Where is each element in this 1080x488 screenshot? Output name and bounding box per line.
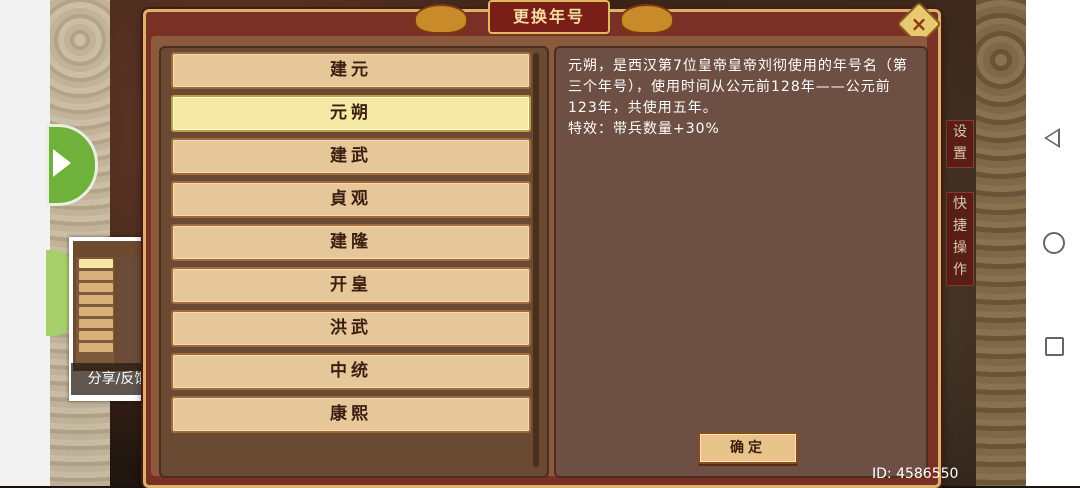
settings-side-tab-label: 设置: [953, 124, 967, 162]
confirm-button[interactable]: 确定: [698, 432, 798, 464]
thumbnail-row: [79, 259, 113, 268]
change-era-dialog: 更换年号 × 建元 元朔 建武 貞观 建隆 开皇 洪武 中统 康熙 元朔，是西汉…: [143, 0, 942, 488]
thumbnail-row: [79, 295, 113, 304]
dragon-decoration-right: [976, 0, 1026, 486]
era-item-jianyuan[interactable]: 建元: [171, 52, 531, 89]
thumbnail-row: [79, 331, 113, 340]
cloud-ornament-left-icon: [414, 4, 468, 34]
era-description-panel: 元朔，是西汉第7位皇帝皇帝刘彻使用的年号名（第三个年号），使用时间从公元前128…: [554, 46, 928, 478]
era-item-jianlong[interactable]: 建隆: [171, 224, 531, 261]
title-ribbon: 更换年号: [414, 0, 674, 38]
era-item-yuanshuo[interactable]: 元朔: [171, 95, 531, 132]
era-item-kangxi[interactable]: 康熙: [171, 396, 531, 433]
screen-margin-left: [0, 0, 50, 486]
home-icon[interactable]: [1043, 232, 1065, 254]
thumbnail-row: [79, 271, 113, 280]
era-item-zhenguan[interactable]: 貞观: [171, 181, 531, 218]
thumbnail-row: [79, 319, 113, 328]
quick-actions-side-tab-label: 快捷操作: [953, 196, 967, 278]
dialog-title: 更换年号: [488, 0, 610, 34]
era-item-kaihuang[interactable]: 开皇: [171, 267, 531, 304]
thumbnail-row: [79, 283, 113, 292]
era-item-hongwu[interactable]: 洪武: [171, 310, 531, 347]
era-item-zhongtong[interactable]: 中统: [171, 353, 531, 390]
era-list[interactable]: 建元 元朔 建武 貞观 建隆 开皇 洪武 中统 康熙: [159, 46, 549, 478]
cloud-ornament-right-icon: [620, 4, 674, 34]
era-description-block: 元朔，是西汉第7位皇帝皇帝刘彻使用的年号名（第三个年号），使用时间从公元前128…: [568, 56, 914, 140]
era-item-jianwu[interactable]: 建武: [171, 138, 531, 175]
era-effect-text: 特效：带兵数量+30%: [568, 121, 720, 137]
back-icon[interactable]: [1044, 128, 1060, 148]
thumbnail-row: [79, 307, 113, 316]
recent-apps-icon[interactable]: [1045, 337, 1064, 356]
era-list-scrollbar[interactable]: [533, 53, 539, 467]
thumbnail-list-panel: [76, 257, 114, 367]
settings-side-tab[interactable]: 设置: [946, 120, 974, 168]
thumbnail-row: [79, 343, 113, 352]
era-description-text: 元朔，是西汉第7位皇帝皇帝刘彻使用的年号名（第三个年号），使用时间从公元前128…: [568, 58, 908, 116]
close-icon: ×: [910, 12, 928, 36]
quick-actions-side-tab[interactable]: 快捷操作: [946, 192, 974, 286]
player-id-label: ID: 4586550: [872, 466, 959, 482]
